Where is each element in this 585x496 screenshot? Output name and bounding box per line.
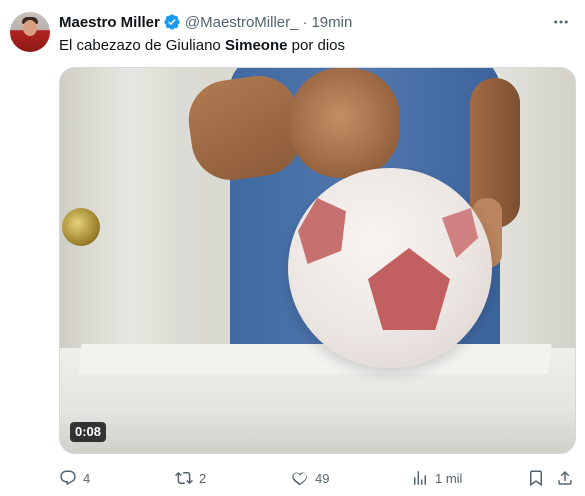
avatar[interactable] bbox=[10, 12, 50, 52]
post-header: Maestro Miller @MaestroMiller_ · 19min bbox=[59, 12, 352, 32]
retweet-icon bbox=[175, 471, 193, 485]
repost-button[interactable]: 2 bbox=[175, 467, 206, 489]
post-text: El cabezazo de Giuliano Simeone por dios bbox=[59, 36, 345, 56]
video-door-knob bbox=[62, 208, 100, 246]
share-icon bbox=[558, 470, 572, 485]
heart-icon bbox=[292, 472, 307, 486]
separator-dot: · bbox=[302, 13, 308, 31]
video-player[interactable]: 0:08 bbox=[59, 67, 576, 454]
post-text-bold: Simeone bbox=[224, 37, 288, 54]
avatar-face bbox=[23, 20, 37, 36]
views-button[interactable]: 1 mil bbox=[411, 467, 462, 489]
video-ball bbox=[288, 168, 492, 368]
display-name[interactable]: Maestro Miller bbox=[59, 14, 160, 31]
views-icon bbox=[414, 471, 426, 485]
verified-badge-icon bbox=[163, 13, 181, 31]
timestamp[interactable]: 19min bbox=[311, 14, 352, 31]
reply-icon bbox=[60, 470, 76, 486]
share-button[interactable] bbox=[556, 467, 580, 489]
views-count: 1 mil bbox=[435, 470, 463, 486]
video-table-top bbox=[78, 344, 552, 374]
reply-count: 4 bbox=[83, 470, 91, 486]
bookmark-button[interactable] bbox=[527, 467, 551, 489]
post-text-start: El cabezazo de Giuliano bbox=[59, 37, 225, 54]
like-button[interactable]: 49 bbox=[291, 467, 329, 489]
video-person-hand bbox=[290, 68, 400, 178]
video-duration-badge: 0:08 bbox=[70, 422, 107, 442]
reply-button[interactable]: 4 bbox=[59, 467, 90, 489]
like-count: 49 bbox=[315, 470, 330, 486]
action-bar: 4 2 49 1 mil bbox=[59, 467, 576, 489]
post-text-end: por dios bbox=[287, 37, 346, 54]
bookmark-icon bbox=[530, 470, 542, 487]
more-icon[interactable] bbox=[551, 12, 571, 32]
ball-patch bbox=[442, 208, 478, 258]
handle[interactable]: @MaestroMiller_ bbox=[185, 14, 299, 31]
ball-patch bbox=[368, 248, 450, 330]
repost-count: 2 bbox=[199, 470, 207, 486]
